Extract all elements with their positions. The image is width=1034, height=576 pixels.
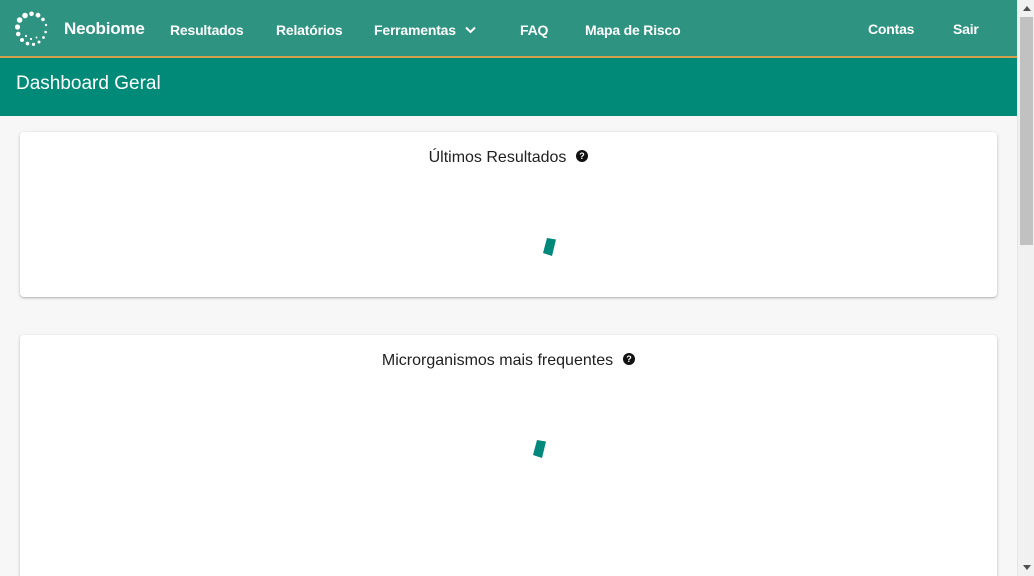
nav-item-contas[interactable]: Contas [868, 21, 914, 37]
card-ultimos-resultados: Últimos Resultados? [20, 132, 997, 297]
nav-item-mapa-de-risco[interactable]: Mapa de Risco [585, 22, 681, 38]
page-header: Dashboard Geral [0, 58, 1017, 116]
top-navbar: Neobiome Resultados Relatórios Ferrament… [0, 0, 1017, 58]
loading-spinner-icon [533, 439, 547, 464]
scroll-up-arrow-icon[interactable] [1018, 0, 1034, 17]
nav-item-relatorios[interactable]: Relatórios [276, 22, 343, 38]
card-title-text: Microrganismos mais frequentes [381, 352, 614, 369]
loading-spinner-icon [543, 237, 557, 262]
svg-text:?: ? [580, 151, 586, 161]
page: Neobiome Resultados Relatórios Ferrament… [0, 0, 1034, 576]
brand-name[interactable]: Neobiome [64, 19, 145, 39]
neobiome-logo-icon[interactable] [14, 11, 49, 47]
vertical-scrollbar[interactable] [1017, 0, 1034, 576]
scrollbar-thumb[interactable] [1020, 17, 1033, 245]
question-circle-icon[interactable]: ? [623, 352, 636, 370]
nav-item-ferramentas-label: Ferramentas [374, 22, 456, 38]
card-title-text: Últimos Resultados [428, 149, 567, 166]
nav-item-ferramentas[interactable]: Ferramentas [374, 22, 476, 39]
nav-item-sair[interactable]: Sair [953, 21, 979, 37]
nav-item-faq[interactable]: FAQ [520, 22, 548, 38]
chevron-down-icon [465, 21, 476, 37]
card-title: Microrganismos mais frequentes? [20, 352, 997, 370]
dashboard-content: Últimos Resultados? Microrganismos mais … [0, 116, 1017, 576]
svg-text:?: ? [626, 354, 632, 364]
scroll-down-arrow-icon[interactable] [1018, 559, 1034, 576]
question-circle-icon[interactable]: ? [576, 149, 589, 167]
card-title: Últimos Resultados? [20, 149, 997, 167]
page-title: Dashboard Geral [16, 73, 161, 94]
card-microrganismos-mais-frequentes: Microrganismos mais frequentes? [20, 335, 997, 576]
nav-item-resultados[interactable]: Resultados [170, 22, 244, 38]
